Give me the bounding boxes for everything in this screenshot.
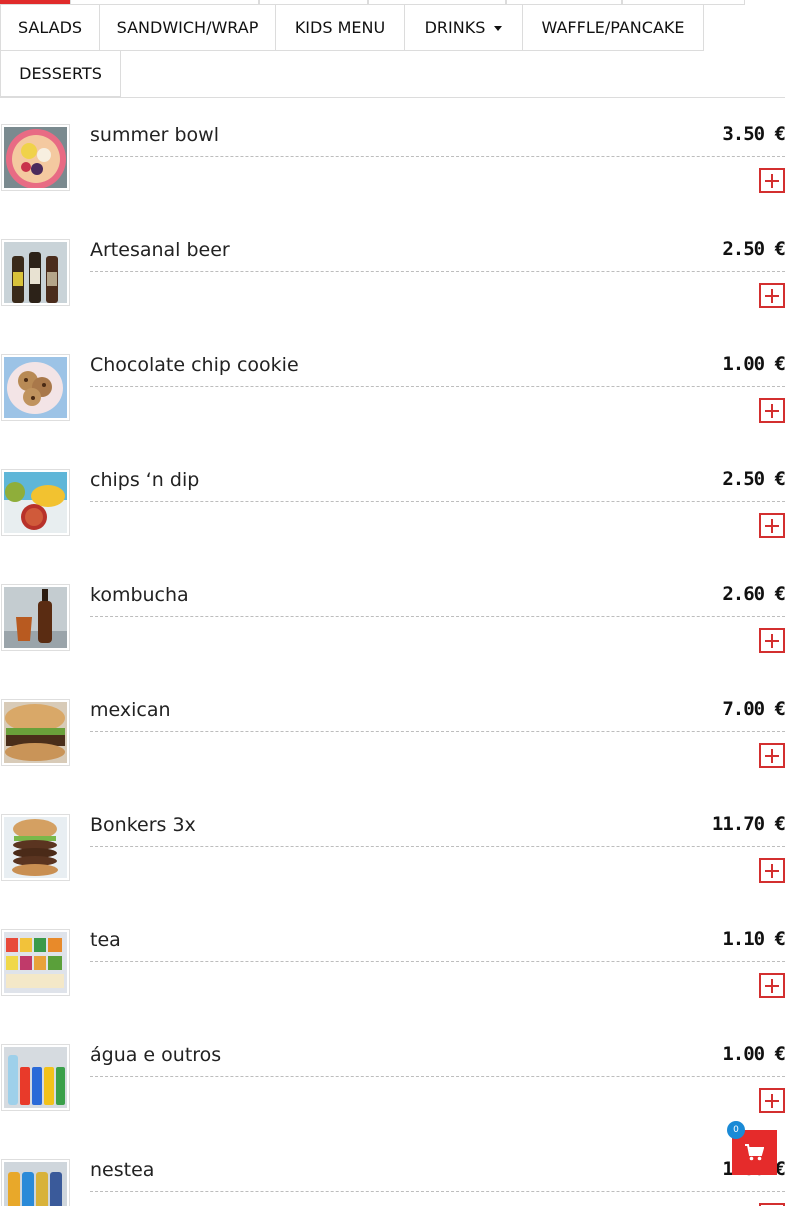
item-price: 1.00 €: [722, 353, 785, 375]
add-to-cart-button[interactable]: [759, 283, 785, 308]
menu-item: summer bowl 3.50 €: [0, 123, 785, 214]
menu-item: Bonkers 3x 11.70 €: [0, 813, 785, 904]
tab-drinks-label: DRINKS: [424, 18, 486, 37]
item-name: mexican: [90, 699, 171, 721]
item-thumbnail[interactable]: [1, 814, 70, 881]
add-to-cart-button[interactable]: [759, 628, 785, 653]
cart-button[interactable]: 0: [727, 1121, 777, 1175]
item-thumbnail[interactable]: [1, 699, 70, 766]
item-price: 1.00 €: [722, 1043, 785, 1065]
add-to-cart-button[interactable]: [759, 858, 785, 883]
add-to-cart-button[interactable]: [759, 743, 785, 768]
item-name: Bonkers 3x: [90, 814, 196, 836]
menu-item: mexican 7.00 €: [0, 698, 785, 789]
item-thumbnail[interactable]: [1, 1159, 70, 1206]
item-price: 7.00 €: [722, 698, 785, 720]
item-name: tea: [90, 929, 121, 951]
item-price: 1.10 €: [722, 928, 785, 950]
add-to-cart-button[interactable]: [759, 1088, 785, 1113]
item-divider: [90, 156, 785, 157]
item-name: Artesanal beer: [90, 239, 230, 261]
item-price: 2.50 €: [722, 468, 785, 490]
item-divider: [90, 616, 785, 617]
drinks-image: [4, 1047, 67, 1108]
menu-item: nestea 1.80 €: [0, 1158, 785, 1206]
add-to-cart-button[interactable]: [759, 398, 785, 423]
tab-desserts[interactable]: DESSERTS: [0, 50, 121, 97]
item-divider: [90, 846, 785, 847]
item-divider: [90, 501, 785, 502]
item-thumbnail[interactable]: [1, 469, 70, 536]
tea-boxes-image: [4, 932, 67, 993]
item-price: 11.70 €: [711, 813, 785, 835]
triple-burger-image: [4, 817, 67, 878]
menu-item: Artesanal beer 2.50 €: [0, 238, 785, 329]
item-price: 2.60 €: [722, 583, 785, 605]
item-thumbnail[interactable]: [1, 354, 70, 421]
shopping-cart-icon: [745, 1144, 764, 1161]
fruit-bowl-image: [4, 127, 67, 188]
item-divider: [90, 731, 785, 732]
add-to-cart-button[interactable]: [759, 513, 785, 538]
menu-item: Chocolate chip cookie 1.00 €: [0, 353, 785, 444]
item-thumbnail[interactable]: [1, 239, 70, 306]
item-divider: [90, 271, 785, 272]
beer-bottles-image: [4, 242, 67, 303]
category-tab-bar: SALADS SANDWICH/WRAP KIDS MENU DRINKS WA…: [0, 0, 785, 98]
item-name: chips ‘n dip: [90, 469, 200, 491]
chips-dip-image: [4, 472, 67, 533]
cart-count-badge: 0: [727, 1121, 745, 1139]
item-divider: [90, 961, 785, 962]
item-divider: [90, 386, 785, 387]
menu-item: água e outros 1.00 €: [0, 1043, 785, 1134]
caret-down-icon: [494, 26, 503, 31]
tab-drinks[interactable]: DRINKS: [404, 4, 523, 51]
item-name: nestea: [90, 1159, 155, 1181]
item-thumbnail[interactable]: [1, 124, 70, 191]
item-thumbnail[interactable]: [1, 584, 70, 651]
add-to-cart-button[interactable]: [759, 973, 785, 998]
item-name: kombucha: [90, 584, 189, 606]
item-name: Chocolate chip cookie: [90, 354, 299, 376]
tab-sandwich-wrap[interactable]: SANDWICH/WRAP: [99, 4, 276, 51]
burger-image: [4, 702, 67, 763]
nestea-image: [4, 1162, 67, 1206]
add-to-cart-button[interactable]: [759, 168, 785, 193]
tab-kids-menu[interactable]: KIDS MENU: [275, 4, 405, 51]
item-thumbnail[interactable]: [1, 1044, 70, 1111]
cookies-image: [4, 357, 67, 418]
item-thumbnail[interactable]: [1, 929, 70, 996]
item-price: 2.50 €: [722, 238, 785, 260]
item-divider: [90, 1076, 785, 1077]
item-price: 3.50 €: [722, 123, 785, 145]
menu-item: chips ‘n dip 2.50 €: [0, 468, 785, 559]
tab-salads[interactable]: SALADS: [0, 4, 100, 51]
tab-waffle-pancake[interactable]: WAFFLE/PANCAKE: [522, 4, 704, 51]
kombucha-image: [4, 587, 67, 648]
item-divider: [90, 1191, 785, 1192]
menu-item: kombucha 2.60 €: [0, 583, 785, 674]
menu-item: tea 1.10 €: [0, 928, 785, 1019]
item-name: água e outros: [90, 1044, 222, 1066]
item-name: summer bowl: [90, 124, 220, 146]
